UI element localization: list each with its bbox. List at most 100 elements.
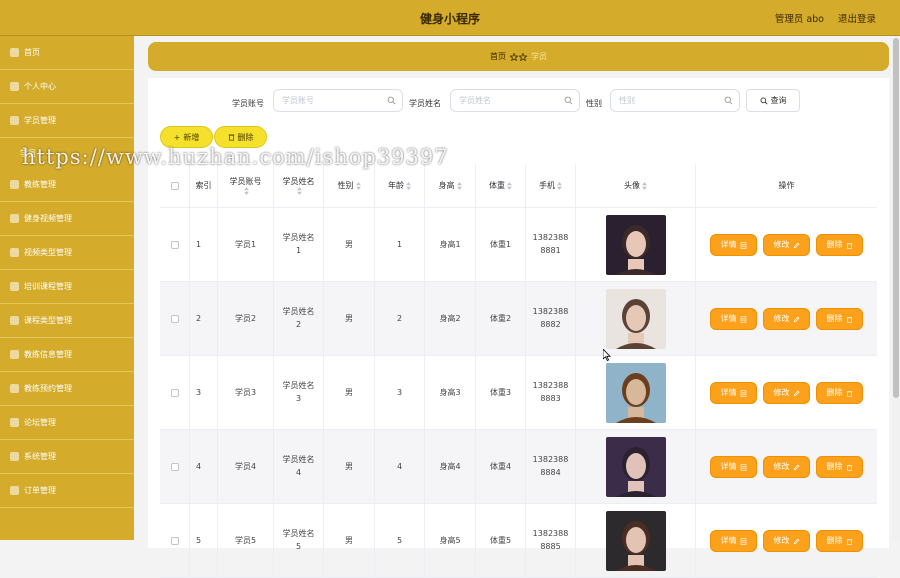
sidebar-item-forum[interactable]: 论坛管理: [0, 406, 134, 440]
header-age[interactable]: 年龄: [375, 164, 425, 208]
main-content: 首页 学员 学员账号 学员账号 学员姓名 学员姓名 性别 性别 查询 + 新增 …: [134, 36, 900, 578]
header-weight[interactable]: 体重: [476, 164, 526, 208]
row-select-cell[interactable]: [160, 356, 190, 430]
search-icon: [387, 96, 396, 105]
sidebar-item-coach-info[interactable]: 教练信息管理: [0, 338, 134, 372]
sidebar-item-video-types[interactable]: 视频类型管理: [0, 236, 134, 270]
scrollbar-thumb[interactable]: [893, 38, 899, 398]
sidebar-item-videos[interactable]: 健身视频管理: [0, 202, 134, 236]
detail-button[interactable]: 详情: [710, 530, 757, 552]
sidebar-item-label: 个人中心: [24, 82, 56, 91]
sidebar-item-coaches[interactable]: 教练管理: [0, 168, 134, 202]
sidebar-item-courses[interactable]: 培训课程管理: [0, 270, 134, 304]
delete-button[interactable]: 删除: [816, 234, 863, 256]
row-checkbox[interactable]: [170, 463, 179, 471]
cell-operations: 详情 修改 删除: [696, 430, 877, 504]
cell-phone: 1382388 8885: [526, 504, 576, 578]
sidebar-item-label: 教练信息管理: [24, 350, 72, 359]
cell-height: 身高4: [425, 430, 476, 504]
coach-icon: [10, 180, 19, 189]
cell-operations: 详情 修改 删除: [696, 504, 877, 578]
search-icon: [564, 96, 573, 105]
edit-button[interactable]: 修改: [763, 382, 810, 404]
gender-search-input[interactable]: 性别: [610, 89, 740, 112]
delete-button[interactable]: 删除: [816, 530, 863, 552]
query-button[interactable]: 查询: [746, 89, 800, 112]
edit-button[interactable]: 修改: [763, 234, 810, 256]
trash-icon: [846, 464, 852, 471]
sidebar-item-orders[interactable]: 订单管理: [0, 474, 134, 508]
row-select-cell[interactable]: [160, 282, 190, 356]
sidebar-item-label: 健身视频管理: [24, 214, 72, 223]
edit-button[interactable]: 修改: [763, 456, 810, 478]
row-select-cell[interactable]: [160, 208, 190, 282]
sidebar-item-system[interactable]: 系统管理: [0, 440, 134, 474]
sidebar-item-home[interactable]: 首页: [0, 36, 134, 70]
row-checkbox[interactable]: [170, 389, 179, 397]
cell-name: 学员姓名 1: [274, 208, 324, 282]
delete-button[interactable]: 删除: [816, 382, 863, 404]
cell-index: 1: [190, 208, 218, 282]
account-search-input[interactable]: 学员账号: [273, 89, 403, 112]
row-checkbox[interactable]: [170, 241, 179, 249]
account-search-placeholder: 学员账号: [282, 96, 314, 105]
cell-avatar: [576, 208, 696, 282]
cell-operations: 详情 修改 删除: [696, 356, 877, 430]
cell-index: 2: [190, 282, 218, 356]
header-name[interactable]: 学员姓名: [274, 164, 324, 208]
detail-button[interactable]: 详情: [710, 234, 757, 256]
delete-button[interactable]: 删除: [816, 456, 863, 478]
cell-weight: 体重3: [476, 356, 526, 430]
cell-name: 学员姓名 5: [274, 504, 324, 578]
cell-height: 身高5: [425, 504, 476, 578]
sidebar-item-students[interactable]: 学员管理: [0, 104, 134, 138]
cell-gender: 男: [324, 282, 375, 356]
row-select-cell[interactable]: [160, 430, 190, 504]
breadcrumb-home[interactable]: 首页: [490, 51, 506, 62]
search-icon: [760, 97, 768, 105]
sidebar-item-appointments[interactable]: 教练预约管理: [0, 372, 134, 406]
detail-button[interactable]: 详情: [710, 382, 757, 404]
edit-icon: [793, 242, 799, 248]
cell-index: 5: [190, 504, 218, 578]
row-checkbox[interactable]: [170, 537, 179, 545]
settings-icon: [10, 452, 19, 461]
breadcrumb: 首页 学员: [148, 42, 889, 71]
detail-button[interactable]: 详情: [710, 308, 757, 330]
cell-weight: 体重2: [476, 282, 526, 356]
query-button-label: 查询: [770, 96, 787, 105]
cell-avatar: [576, 356, 696, 430]
breadcrumb-current: 学员: [531, 52, 547, 61]
info-icon: [10, 350, 19, 359]
select-all-checkbox[interactable]: [170, 182, 179, 190]
detail-button[interactable]: 详情: [710, 456, 757, 478]
header-account[interactable]: 学员账号: [218, 164, 274, 208]
admin-label: 管理员 abo: [774, 14, 824, 25]
sidebar-item-label: 系统管理: [24, 452, 56, 461]
header-height[interactable]: 身高: [425, 164, 476, 208]
cell-avatar: [576, 430, 696, 504]
cell-operations: 详情 修改 删除: [696, 208, 877, 282]
header-phone[interactable]: 手机: [526, 164, 576, 208]
select-all-cell[interactable]: [160, 164, 190, 208]
cell-height: 身高2: [425, 282, 476, 356]
sidebar-item-label: 学员管理: [24, 116, 56, 125]
row-checkbox[interactable]: [170, 315, 179, 323]
table-row: 3 学员3 学员姓名 3 男 3 身高3 体重3 1382388 8883 详情 修…: [160, 356, 877, 430]
edit-icon: [793, 538, 799, 544]
header-avatar[interactable]: 头像: [576, 164, 696, 208]
row-select-cell[interactable]: [160, 504, 190, 578]
delete-button[interactable]: 删除: [816, 308, 863, 330]
document-icon: [740, 315, 746, 323]
table-row: 5 学员5 学员姓名 5 男 5 身高5 体重5 1382388 8885 详情 修…: [160, 504, 877, 578]
name-search-input[interactable]: 学员姓名: [450, 89, 580, 112]
edit-button[interactable]: 修改: [763, 308, 810, 330]
sort-icon: [355, 182, 361, 190]
sidebar-item-profile[interactable]: 个人中心: [0, 70, 134, 104]
header-gender[interactable]: 性别: [324, 164, 375, 208]
sidebar-item-course-types[interactable]: 课程类型管理: [0, 304, 134, 338]
edit-icon: [793, 390, 799, 396]
cell-avatar: [576, 504, 696, 578]
logout-link[interactable]: 退出登录: [838, 11, 876, 25]
edit-button[interactable]: 修改: [763, 530, 810, 552]
